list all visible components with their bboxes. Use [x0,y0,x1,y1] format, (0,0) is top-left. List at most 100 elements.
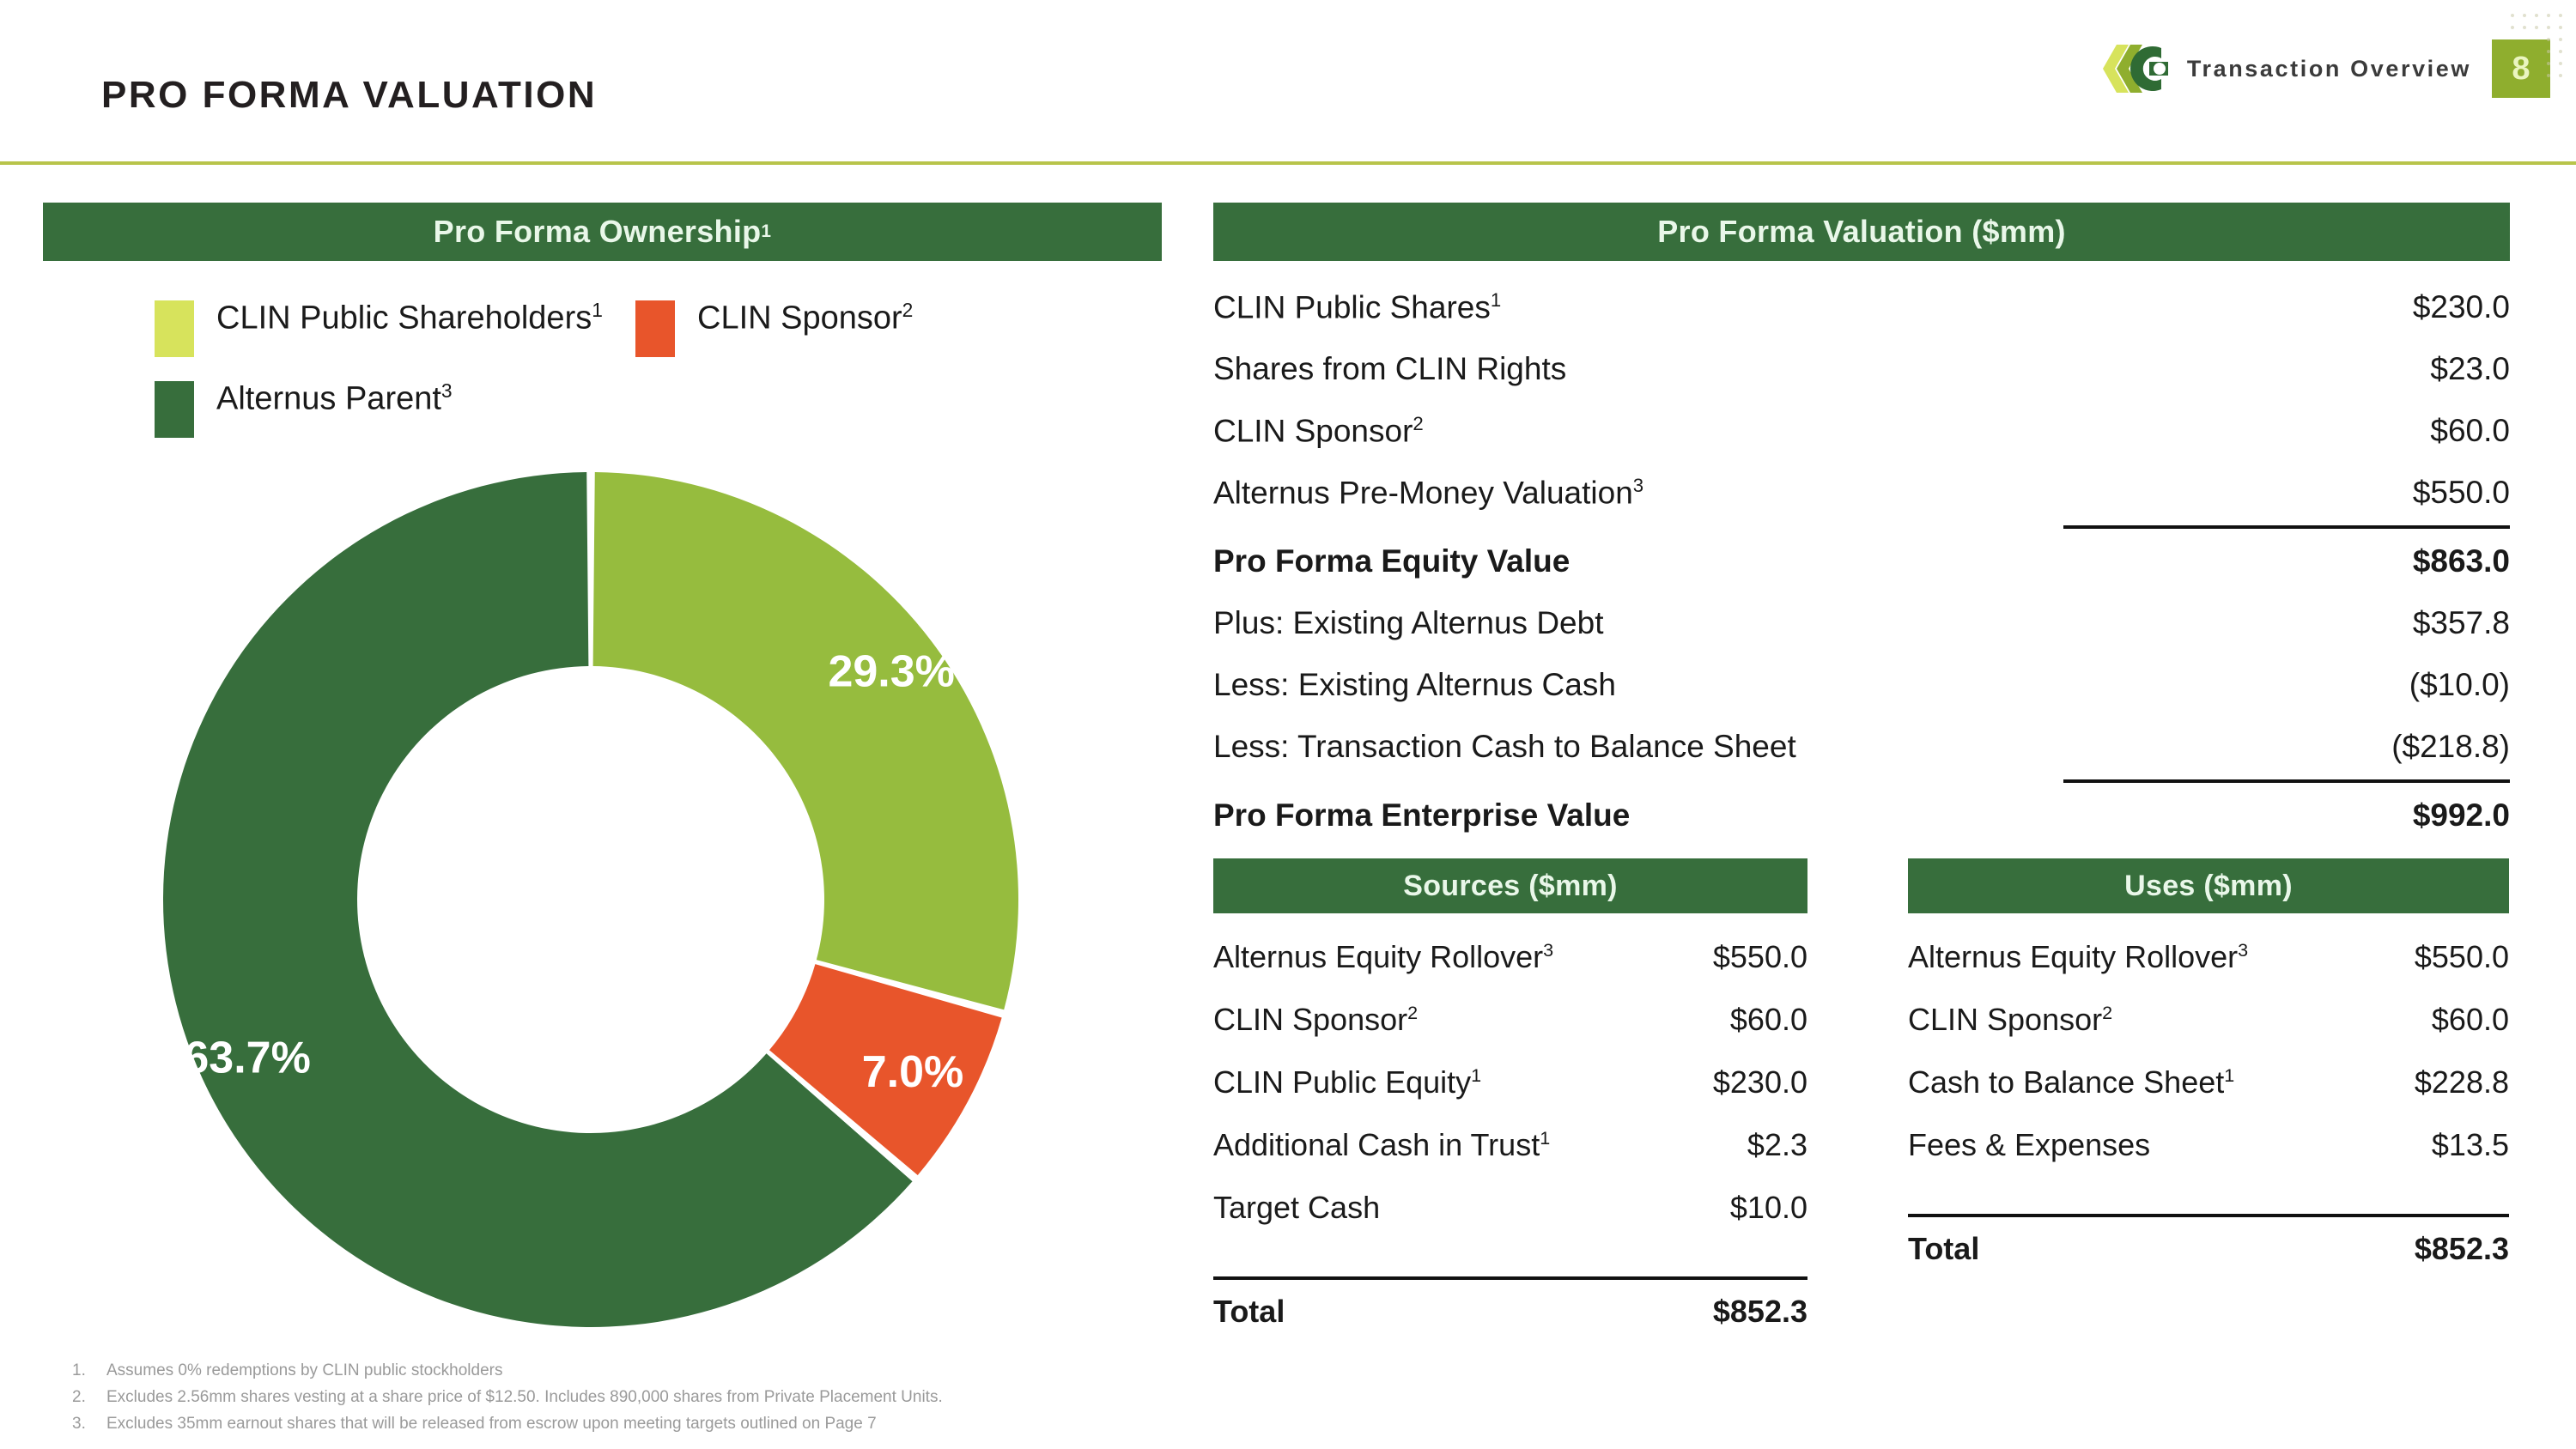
sources-total-label: Total [1213,1293,1285,1329]
valuation-table: CLIN Public Shares1 $230.0 Shares from CLI… [1213,276,2510,846]
ownership-panel-header: Pro Forma Ownership 1 [43,203,1162,261]
valuation-row-label: CLIN Sponsor2 [1213,412,1424,449]
donut-slice-label: 7.0% [862,1047,964,1097]
footnote-number: 1. [72,1361,86,1379]
legend-label-clin-sponsor: CLIN Sponsor2 [697,299,914,336]
ownership-panel-title-footnote: 1 [761,221,772,241]
legend-label-alternus-parent: Alternus Parent3 [216,379,453,417]
legend-swatch-clin-sponsor [635,300,675,357]
donut-slice-label: 29.3% [828,647,954,697]
ownership-donut-chart: 29.3% 7.0% 63.7% [161,470,1020,1329]
donut-slice-label: 63.7% [184,1034,310,1083]
sources-row: Target Cash $10.0 [1213,1176,1807,1239]
footnote-number: 3. [72,1414,86,1433]
legend-item-clin-sponsor: CLIN Sponsor2 [635,300,913,357]
legend-item-clin-public-shareholders: CLIN Public Shareholders1 [155,300,635,357]
valuation-row-value: $230.0 [2412,289,2510,324]
valuation-row: CLIN Sponsor2 $60.0 [1213,400,2510,462]
uses-row-label: Fees & Expenses [1908,1126,2151,1162]
sources-row: Alternus Equity Rollover3 $550.0 [1213,925,1807,988]
valuation-row-label: Shares from CLIN Rights [1213,351,1567,386]
valuation-row-value: $992.0 [2412,797,2510,833]
valuation-subtotal-rule [2063,525,2510,529]
valuation-row: Pro Forma Equity Value $863.0 [1213,530,2510,592]
valuation-row-label: Alternus Pre-Money Valuation3 [1213,474,1644,511]
sources-row-label: Target Cash [1213,1189,1381,1225]
footnote-number: 2. [72,1387,86,1406]
valuation-row: Plus: Existing Alternus Debt $357.8 [1213,592,2510,654]
uses-total-row: Total $852.3 [1908,1217,2509,1280]
sources-total-value: $852.3 [1712,1293,1807,1329]
valuation-row-value: $863.0 [2412,543,2510,579]
legend-row-1: CLIN Public Shareholders1 CLIN Sponsor2 [155,300,1168,357]
valuation-panel-header: Pro Forma Valuation ($mm) [1213,203,2510,261]
valuation-row: Pro Forma Enterprise Value $992.0 [1213,785,2510,846]
chart-legend: CLIN Public Shareholders1 CLIN Sponsor2 … [155,300,1168,462]
uses-total-value: $852.3 [2414,1230,2509,1266]
valuation-row-value: ($218.8) [2391,729,2510,764]
sources-panel-title: Sources ($mm) [1403,869,1618,902]
uses-row-label: Cash to Balance Sheet1 [1908,1064,2235,1100]
sources-spacer [1213,1239,1807,1276]
sources-row-label: CLIN Public Equity1 [1213,1064,1482,1100]
ownership-panel-title: Pro Forma Ownership [433,214,762,249]
valuation-row-value: $550.0 [2412,475,2510,510]
brand-name-label: Transaction Overview [2186,55,2471,82]
sources-panel-header: Sources ($mm) [1213,858,1807,913]
uses-row-value: $13.5 [2431,1126,2509,1162]
valuation-row-value: $23.0 [2430,351,2510,386]
uses-row-value: $228.8 [2414,1064,2509,1100]
sources-row: CLIN Sponsor2 $60.0 [1213,988,1807,1051]
footnote-text: Assumes 0% redemptions by CLIN public st… [106,1361,503,1379]
sources-row-value: $550.0 [1712,938,1807,974]
sources-row-label: Alternus Equity Rollover3 [1213,938,1554,974]
valuation-row-label: Pro Forma Equity Value [1213,543,1571,579]
uses-panel-title: Uses ($mm) [2124,869,2293,902]
legend-swatch-alternus-parent [155,381,194,438]
valuation-row: Shares from CLIN Rights $23.0 [1213,338,2510,400]
footnote-row: 1. Assumes 0% redemptions by CLIN public … [72,1358,1446,1385]
legend-swatch-clin-public-shareholders [155,300,194,357]
valuation-row-label: Pro Forma Enterprise Value [1213,797,1631,833]
uses-row: Fees & Expenses $13.5 [1908,1113,2509,1176]
uses-table: Alternus Equity Rollover3 $550.0 CLIN Spon… [1908,925,2509,1280]
uses-row-label: CLIN Sponsor2 [1908,1001,2113,1037]
legend-row-2: Alternus Parent3 [155,379,1168,438]
uses-row-value: $550.0 [2414,938,2509,974]
sources-row-value: $10.0 [1729,1189,1807,1225]
legend-item-alternus-parent: Alternus Parent3 [155,379,635,438]
footnote-row: 3. Excludes 35mm earnout shares that will… [72,1411,1446,1438]
valuation-row: Less: Transaction Cash to Balance Sheet (… [1213,716,2510,778]
sources-row-label: CLIN Sponsor2 [1213,1001,1419,1037]
valuation-row-label: CLIN Public Shares1 [1213,288,1502,325]
sources-row-value: $2.3 [1747,1126,1807,1162]
sources-row: CLIN Public Equity1 $230.0 [1213,1051,1807,1113]
uses-row-value: $60.0 [2431,1001,2509,1037]
footnote-row: 2. Excludes 2.56mm shares vesting at a sh… [72,1385,1446,1411]
valuation-row-label: Plus: Existing Alternus Debt [1213,605,1604,640]
company-logo-icon [2099,39,2173,98]
legend-label-clin-public-shareholders: CLIN Public Shareholders1 [216,299,603,336]
valuation-row-value: $357.8 [2412,605,2510,640]
footnote-text: Excludes 35mm earnout shares that will b… [106,1414,877,1433]
donut-slice [592,472,1018,1010]
dot-pattern-decoration [2509,12,2571,86]
sources-row: Additional Cash in Trust1 $2.3 [1213,1113,1807,1176]
footnotes: 1. Assumes 0% redemptions by CLIN public … [72,1358,1446,1437]
sources-table: Alternus Equity Rollover3 $550.0 CLIN Spon… [1213,925,1807,1343]
uses-row-label: Alternus Equity Rollover3 [1908,938,2249,974]
page-title: PRO FORMA VALUATION [101,74,598,116]
slide: PRO FORMA VALUATION Transaction Overview… [0,0,2576,1449]
sources-row-value: $230.0 [1712,1064,1807,1100]
sources-total-row: Total $852.3 [1213,1280,1807,1343]
uses-panel-header: Uses ($mm) [1908,858,2509,913]
uses-total-label: Total [1908,1230,1980,1266]
donut-svg: 29.3% 7.0% 63.7% [162,472,1018,1327]
sources-row-value: $60.0 [1729,1001,1807,1037]
header-divider [0,161,2576,165]
valuation-subtotal-rule [2063,779,2510,783]
uses-row: Cash to Balance Sheet1 $228.8 [1908,1051,2509,1113]
valuation-row-value: $60.0 [2430,413,2510,448]
valuation-row-label: Less: Transaction Cash to Balance Sheet [1213,729,1796,764]
valuation-row: Alternus Pre-Money Valuation3 $550.0 [1213,462,2510,524]
